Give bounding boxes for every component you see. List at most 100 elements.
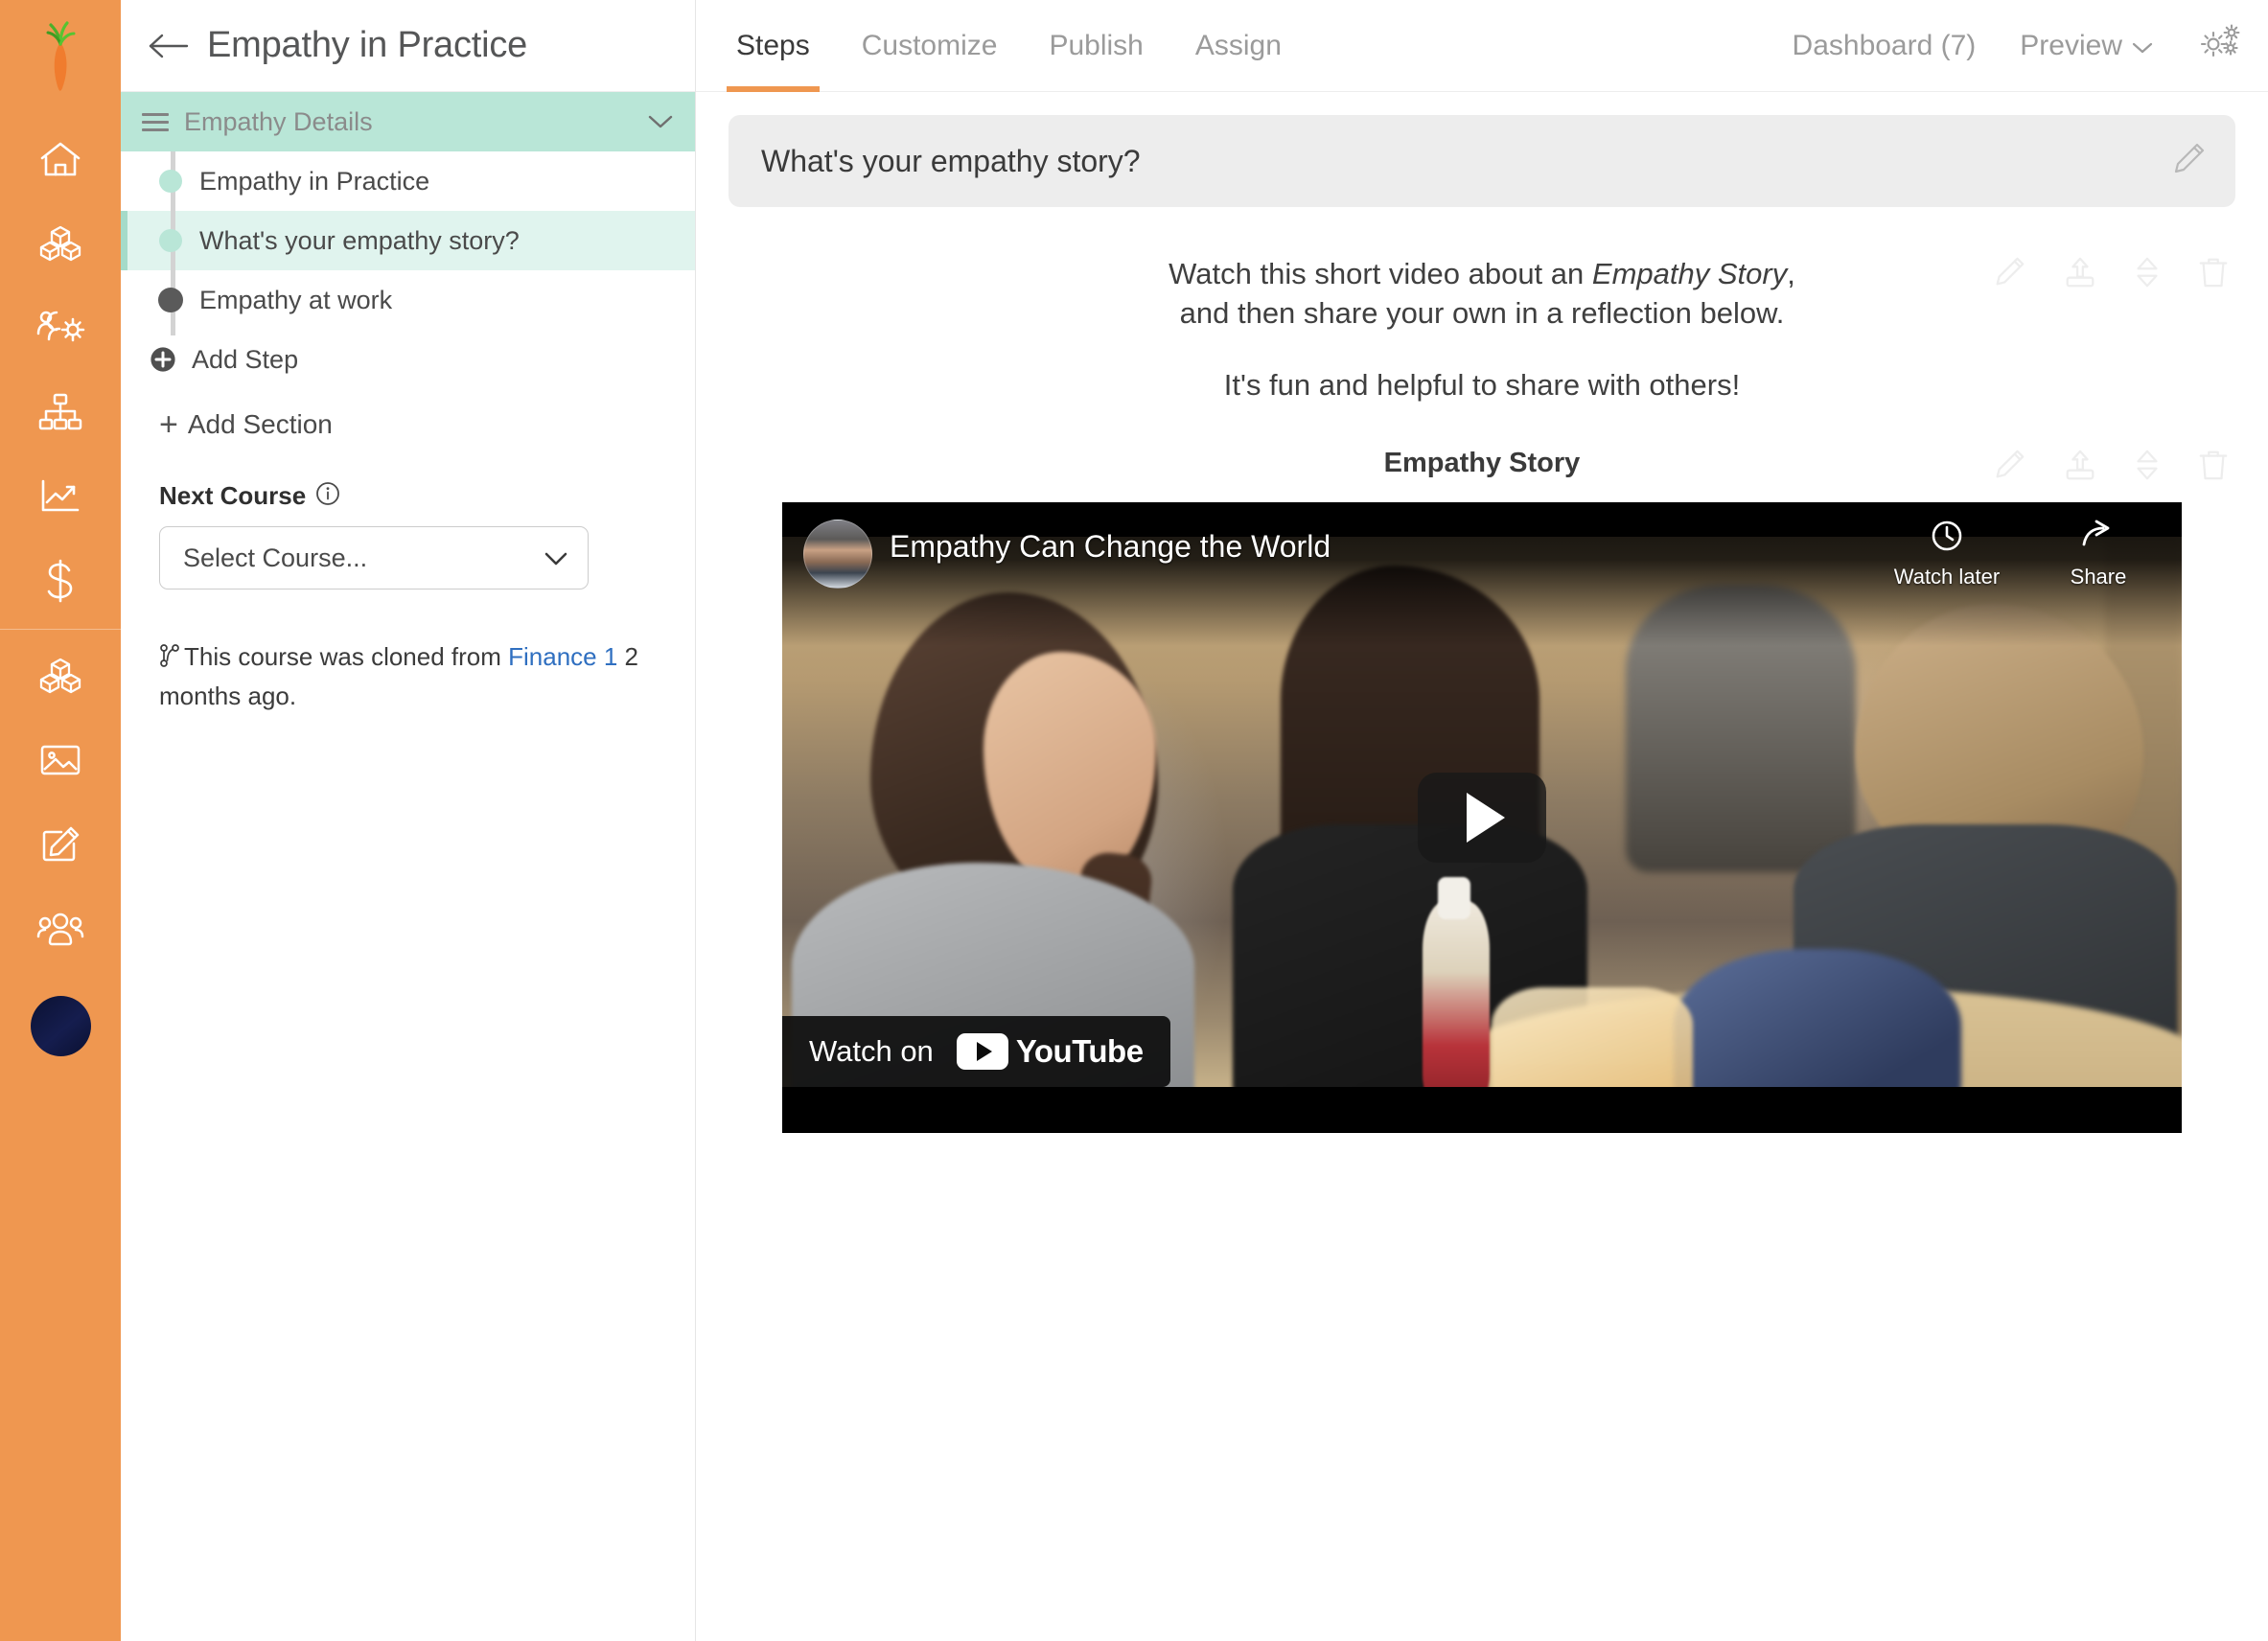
clone-note-prefix: This course was cloned from [184, 642, 509, 671]
add-step-label: Add Step [192, 344, 299, 374]
home-icon [38, 139, 82, 179]
back-arrow-icon[interactable] [142, 20, 194, 72]
main-topbar: Steps Customize Publish Assign Dashboard… [696, 0, 2268, 92]
chevron-down-icon [544, 543, 568, 573]
block-actions [1992, 255, 2230, 294]
sidebar-item-home[interactable] [0, 117, 121, 201]
edit-square-icon [38, 824, 82, 865]
step-node [142, 170, 199, 193]
desc-text-a: Watch this short video about an [1169, 257, 1592, 290]
share-label: Share [2070, 564, 2127, 589]
step-node [142, 229, 199, 252]
next-course-label-row: Next Course [159, 481, 695, 511]
info-icon[interactable] [315, 481, 340, 511]
sidebar-item-authoring[interactable] [0, 802, 121, 887]
plus-icon: + [159, 406, 178, 443]
sidebar-item-empathy-at-work[interactable]: Empathy at work [121, 270, 695, 330]
tab-bar: Steps Customize Publish Assign [727, 0, 1333, 92]
user-avatar[interactable] [30, 996, 91, 1056]
trash-icon[interactable] [2197, 448, 2230, 487]
pencil-icon[interactable] [1992, 448, 2026, 487]
upload-icon[interactable] [2063, 255, 2097, 294]
description-line-2: and then share your own in a reflection … [1179, 295, 1785, 330]
clone-note: This course was cloned from Finance 1 2 … [159, 639, 648, 714]
sidebar-item-media[interactable] [0, 718, 121, 802]
add-step-button[interactable]: Add Step [121, 301, 695, 389]
tab-publish[interactable]: Publish [1049, 0, 1143, 92]
sidebar-item-whats-your-empathy-story[interactable]: What's your empathy story? [121, 211, 695, 270]
trend-chart-icon [37, 476, 83, 517]
step-question-text: What's your empathy story? [761, 143, 1141, 178]
play-icon[interactable] [1418, 772, 1546, 863]
youtube-wordmark: YouTube [1015, 1032, 1144, 1069]
description-line-3: It's fun and helpful to share with other… [1223, 367, 1741, 402]
tab-customize[interactable]: Customize [862, 0, 998, 92]
outline-step-list: Empathy in Practice What's your empathy … [121, 151, 695, 330]
page-title: Empathy in Practice [207, 25, 528, 65]
sidebar-item-analytics[interactable] [0, 454, 121, 539]
dashboard-link[interactable]: Dashboard (7) [1793, 30, 1977, 62]
sidebar-item-people-settings[interactable] [0, 286, 121, 370]
rail-divider [0, 629, 121, 630]
org-chart-icon [37, 392, 83, 432]
main-panel: Steps Customize Publish Assign Dashboard… [696, 0, 2268, 1641]
carrot-logo-icon[interactable] [26, 13, 95, 96]
dollar-icon [42, 559, 79, 603]
outline-section-header[interactable]: Empathy Details [121, 92, 695, 151]
blocks-icon [38, 223, 82, 264]
blocks-icon [38, 656, 82, 696]
step-label: What's your empathy story? [199, 225, 520, 255]
sidebar-item-billing[interactable] [0, 539, 121, 623]
tab-steps[interactable]: Steps [727, 0, 820, 92]
step-label: Empathy in Practice [199, 166, 430, 196]
pencil-icon[interactable] [1992, 255, 2026, 294]
chevron-down-icon[interactable] [647, 113, 674, 130]
step-label: Empathy at work [199, 285, 393, 314]
settings-button[interactable] [2197, 22, 2243, 69]
clone-source-link[interactable]: Finance 1 [508, 642, 617, 671]
tab-label: Steps [736, 29, 810, 61]
sidebar-item-library[interactable] [0, 201, 121, 286]
tab-assign[interactable]: Assign [1195, 0, 1282, 92]
upload-icon[interactable] [2063, 448, 2097, 487]
step-question-bar: What's your empathy story? [729, 115, 2235, 207]
section-label: Empathy Details [184, 106, 373, 136]
sidebar-item-teams[interactable] [0, 887, 121, 971]
block-actions [1992, 448, 2230, 487]
video-content-block: Empathy Story Empathy Can Change the Wor… [729, 448, 2235, 1133]
tab-label: Customize [861, 29, 998, 61]
share-button[interactable]: Share [2036, 518, 2161, 589]
preview-dropdown[interactable]: Preview [2020, 30, 2153, 62]
chevron-down-icon [2132, 30, 2153, 62]
app-root: Empathy in Practice Empathy Details Empa… [0, 0, 2268, 1641]
desc-emphasis: Empathy Story [1591, 257, 1788, 290]
watch-later-label: Watch later [1893, 564, 2001, 589]
next-course-block: Next Course Select Course... [121, 441, 695, 589]
step-content: What's your empathy story? Watch this sh… [696, 92, 2268, 1641]
pencil-icon[interactable] [2170, 141, 2207, 182]
branch-icon [159, 642, 180, 679]
watch-on-youtube-button[interactable]: Watch on YouTube [782, 1015, 1170, 1087]
next-course-label: Next Course [159, 481, 307, 510]
channel-avatar[interactable] [803, 519, 872, 589]
step-node [142, 288, 199, 312]
sidebar-item-courses[interactable] [0, 634, 121, 718]
reorder-icon[interactable] [2134, 255, 2161, 294]
add-section-label: Add Section [187, 409, 333, 439]
text-content-block: Watch this short video about an Empathy … [729, 255, 2235, 405]
reorder-icon[interactable] [2134, 448, 2161, 487]
primary-nav-rail [0, 0, 121, 1641]
next-course-selected-value: Select Course... [183, 543, 368, 572]
sidebar-item-org-chart[interactable] [0, 370, 121, 454]
gears-icon [2197, 22, 2243, 69]
watch-later-button[interactable]: Watch later [1865, 518, 2028, 589]
trash-icon[interactable] [2197, 255, 2230, 294]
tab-label: Assign [1194, 29, 1282, 61]
sidebar-item-empathy-in-practice[interactable]: Empathy in Practice [121, 151, 695, 211]
video-title[interactable]: Empathy Can Change the World [890, 529, 1331, 565]
next-course-select[interactable]: Select Course... [159, 526, 589, 589]
youtube-embed[interactable]: Empathy Can Change the World Watch later [782, 501, 2182, 1133]
image-icon [38, 741, 82, 779]
drag-handle-icon[interactable] [142, 108, 169, 136]
add-section-button[interactable]: + Add Section [121, 389, 695, 441]
